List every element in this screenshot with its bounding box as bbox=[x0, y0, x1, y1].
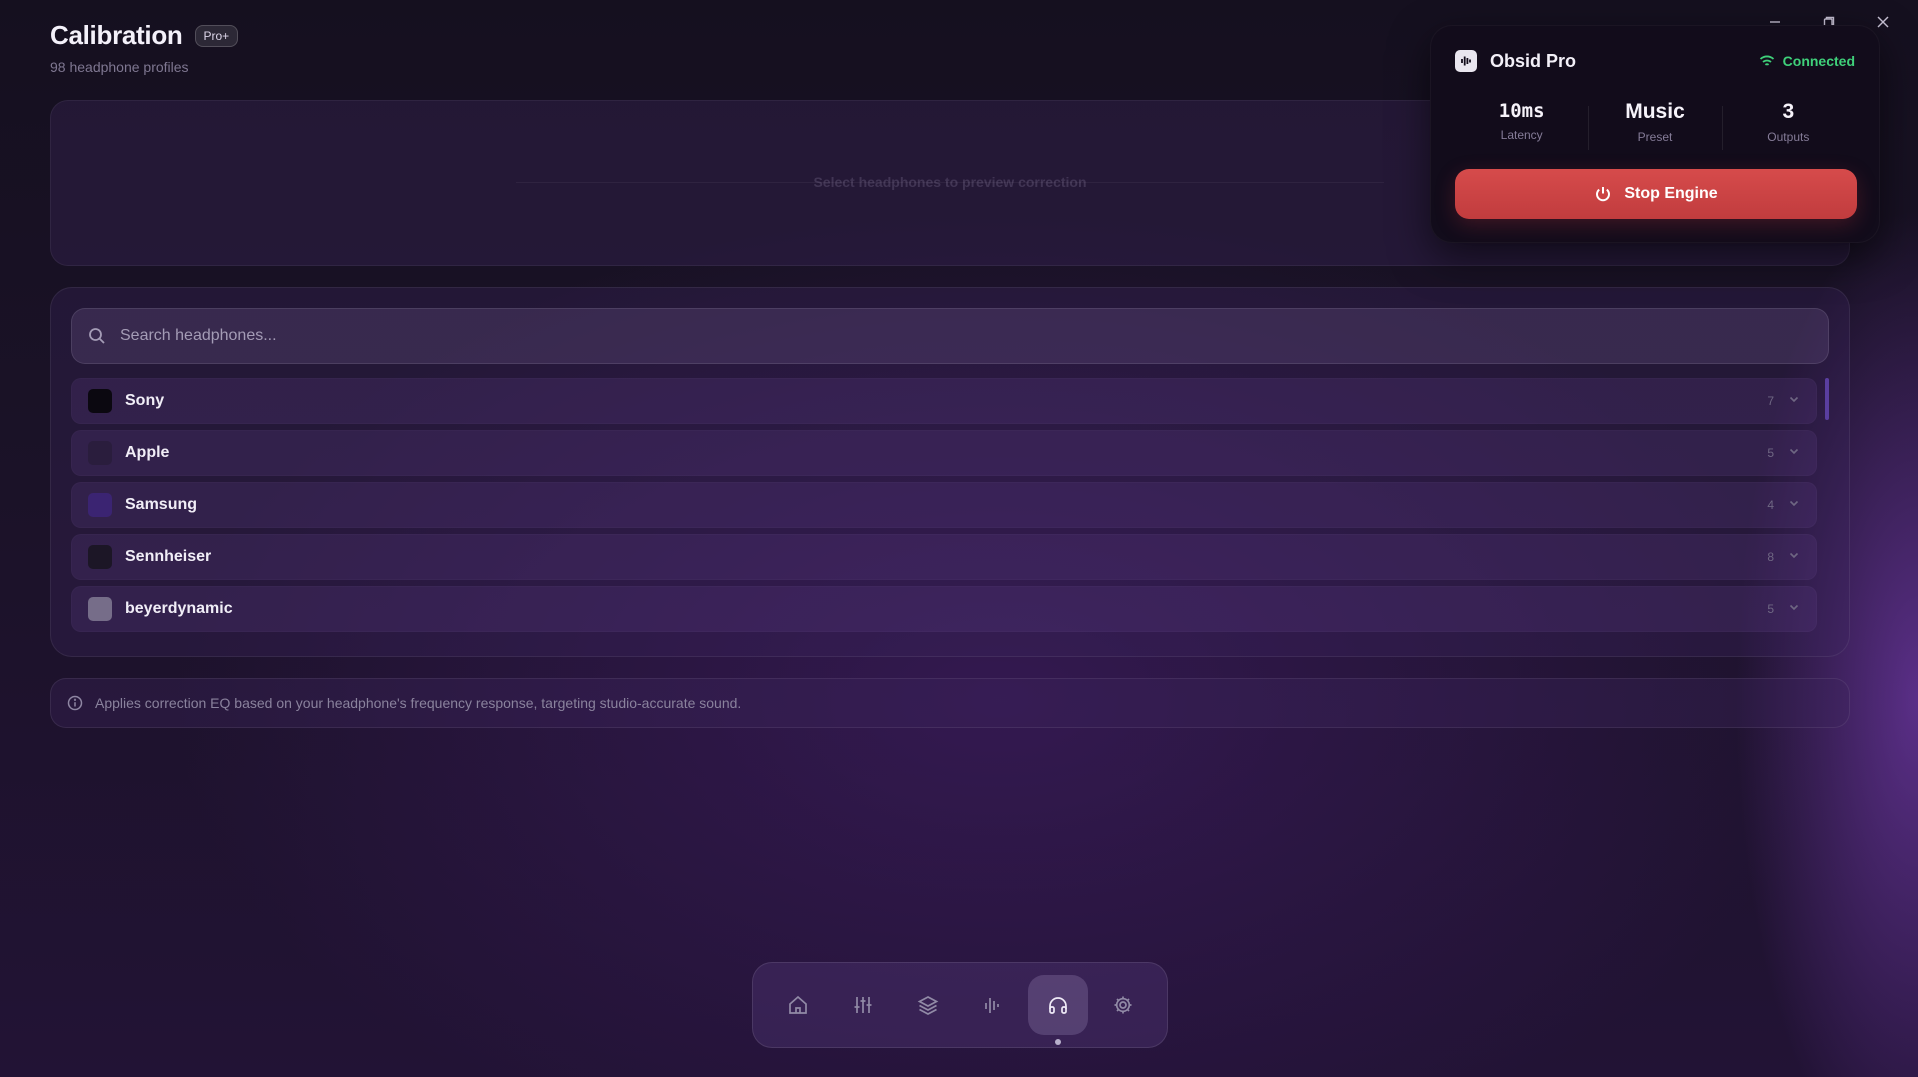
home-icon bbox=[788, 995, 807, 1014]
gear-icon bbox=[1114, 996, 1131, 1014]
brand-row-apple[interactable]: Apple 5 bbox=[71, 430, 1817, 476]
bottom-nav-dock bbox=[752, 962, 1168, 1048]
brand-name: Apple bbox=[125, 444, 170, 461]
mixer-icon bbox=[854, 997, 871, 1013]
waveform-icon bbox=[984, 998, 999, 1013]
headphones-icon bbox=[1048, 997, 1067, 1014]
stop-engine-button[interactable]: Stop Engine bbox=[1455, 169, 1857, 219]
chevron-down-icon bbox=[1788, 496, 1800, 514]
waveform-logo-icon bbox=[1455, 50, 1477, 72]
search-box bbox=[71, 308, 1829, 364]
stat-value: Music bbox=[1625, 100, 1685, 123]
pro-badge: Pro+ bbox=[194, 24, 239, 47]
brand-row-samsung[interactable]: Samsung 4 bbox=[71, 482, 1817, 528]
stop-engine-label: Stop Engine bbox=[1624, 185, 1718, 202]
stat-label: Outputs bbox=[1767, 130, 1810, 144]
info-bar: Applies correction EQ based on your head… bbox=[50, 678, 1850, 728]
brand-name: Sennheiser bbox=[125, 548, 212, 565]
stat-latency: 10ms Latency bbox=[1455, 100, 1588, 156]
chevron-down-icon bbox=[1788, 392, 1800, 410]
connection-status: Connected bbox=[1759, 53, 1855, 69]
search-icon bbox=[89, 328, 105, 344]
brand-count: 5 bbox=[1767, 602, 1774, 616]
nav-home[interactable] bbox=[768, 975, 828, 1035]
chevron-down-icon bbox=[1788, 444, 1800, 462]
brand-count: 4 bbox=[1767, 498, 1774, 512]
nav-waveform[interactable] bbox=[963, 975, 1023, 1035]
stat-preset: Music Preset bbox=[1588, 100, 1721, 156]
layers-icon bbox=[917, 996, 938, 1015]
brand-swatch bbox=[88, 597, 112, 621]
info-icon bbox=[67, 695, 83, 711]
chevron-down-icon bbox=[1788, 600, 1800, 618]
brand-swatch bbox=[88, 441, 112, 465]
device-stats: 10ms Latency Music Preset 3 Outputs bbox=[1455, 100, 1855, 156]
brand-row-sony[interactable]: Sony 7 bbox=[71, 378, 1817, 424]
wifi-icon bbox=[1759, 55, 1774, 66]
brand-name: Sony bbox=[125, 392, 165, 409]
nav-mixer[interactable] bbox=[833, 975, 893, 1035]
stat-value: 3 bbox=[1782, 100, 1795, 123]
connection-status-label: Connected bbox=[1782, 53, 1855, 69]
brand-list: Sony 7 Apple 5 Samsung 4 Sennheiser 8 be… bbox=[71, 378, 1817, 638]
brand-count: 5 bbox=[1767, 446, 1774, 460]
nav-settings[interactable] bbox=[1093, 975, 1153, 1035]
brand-count: 7 bbox=[1767, 394, 1774, 408]
brand-swatch bbox=[88, 389, 112, 413]
brand-name: beyerdynamic bbox=[125, 600, 233, 617]
brand-name: Samsung bbox=[125, 496, 198, 513]
active-indicator bbox=[1054, 1039, 1061, 1045]
profile-count: 98 headphone profiles bbox=[50, 59, 189, 75]
device-name: Obsid Pro bbox=[1490, 50, 1577, 71]
page-title: Calibration bbox=[50, 20, 183, 50]
brand-swatch bbox=[88, 545, 112, 569]
nav-headphones[interactable] bbox=[1027, 975, 1088, 1045]
close-icon bbox=[1877, 16, 1889, 28]
brand-swatch bbox=[88, 493, 112, 517]
nav-layers[interactable] bbox=[898, 975, 958, 1035]
page-header: Calibration Pro+ 98 headphone profiles bbox=[50, 20, 239, 75]
stat-outputs: 3 Outputs bbox=[1721, 100, 1855, 156]
stat-value: 10ms bbox=[1498, 100, 1545, 122]
brand-row-beyerdynamic[interactable]: beyerdynamic 5 bbox=[71, 586, 1817, 632]
chevron-down-icon bbox=[1788, 548, 1800, 566]
power-icon bbox=[1596, 187, 1611, 202]
device-status-card: Obsid Pro Connected 10ms Latency Music P… bbox=[1430, 25, 1880, 243]
stat-label: Preset bbox=[1637, 130, 1673, 144]
headphone-list-panel: Sony 7 Apple 5 Samsung 4 Sennheiser 8 be… bbox=[50, 287, 1850, 657]
search-input[interactable] bbox=[120, 309, 1828, 363]
brand-count: 8 bbox=[1767, 550, 1774, 564]
stat-label: Latency bbox=[1500, 128, 1543, 142]
brand-row-sennheiser[interactable]: Sennheiser 8 bbox=[71, 534, 1817, 580]
info-text: Applies correction EQ based on your head… bbox=[95, 695, 742, 711]
list-scrollbar[interactable] bbox=[1825, 378, 1829, 420]
